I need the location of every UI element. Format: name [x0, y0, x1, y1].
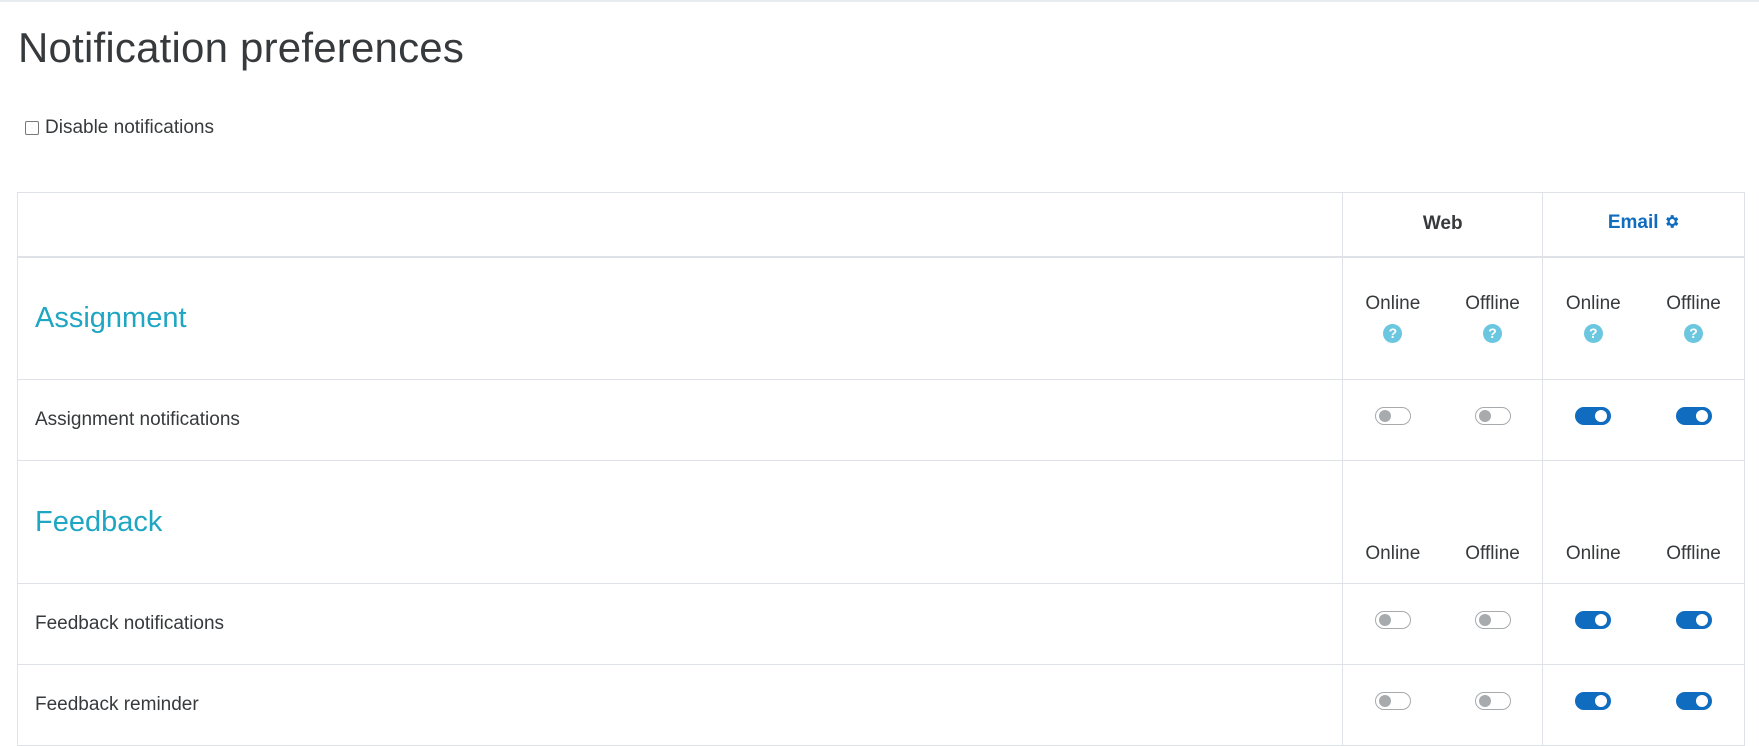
notification-preferences-table: Web Email Assignment Online ? Offline ? … — [17, 192, 1746, 746]
state-header-web-online: Online — [1341, 460, 1443, 584]
state-header-email-offline: Offline — [1643, 460, 1746, 584]
section-title-assignment: Assignment — [17, 256, 1343, 380]
cell-web-online — [1341, 583, 1443, 665]
state-label: Online — [1365, 543, 1421, 564]
state-header-email-online: Online ? — [1542, 256, 1644, 380]
toggle-knob — [1595, 409, 1608, 422]
toggle-knob — [1478, 694, 1491, 707]
help-icon[interactable]: ? — [1483, 323, 1503, 343]
toggle-knob — [1478, 613, 1491, 626]
toggle-switch[interactable] — [1474, 610, 1511, 629]
help-icon[interactable]: ? — [1583, 323, 1603, 343]
toggle-knob — [1695, 409, 1708, 422]
preference-row: Feedback reminder — [17, 664, 1746, 746]
toggle-switch[interactable] — [1474, 691, 1511, 710]
toggle-knob — [1478, 409, 1491, 422]
help-icon[interactable]: ? — [1383, 323, 1403, 343]
cell-email-offline — [1643, 583, 1746, 665]
header-empty-cell — [17, 192, 1343, 258]
toggle-knob — [1378, 409, 1391, 422]
preference-label: Feedback notifications — [17, 583, 1343, 665]
page-title: Notification preferences — [18, 24, 465, 71]
cell-web-online — [1341, 664, 1443, 746]
state-label: Online — [1565, 292, 1621, 314]
section-title-feedback: Feedback — [17, 460, 1343, 584]
state-header-web-offline: Offline — [1442, 460, 1544, 584]
disable-notifications-checkbox[interactable] — [25, 121, 39, 135]
preference-row: Assignment notifications — [17, 379, 1746, 461]
cell-email-online — [1542, 664, 1644, 746]
header-web: Web — [1341, 192, 1544, 258]
toggle-switch[interactable] — [1374, 691, 1411, 710]
cell-web-offline — [1442, 379, 1544, 461]
disable-notifications-label: Disable notifications — [45, 117, 214, 138]
toggle-knob — [1595, 613, 1608, 626]
toggle-switch[interactable] — [1374, 406, 1411, 425]
section-row-feedback: Feedback Online Offline Online Offline — [17, 460, 1746, 584]
header-web-label: Web — [1422, 213, 1463, 235]
cell-web-offline — [1442, 664, 1544, 746]
cell-web-offline — [1442, 583, 1544, 665]
preference-row: Feedback notifications — [17, 583, 1746, 665]
preference-label: Feedback reminder — [17, 664, 1343, 746]
cell-email-offline — [1643, 379, 1746, 461]
cell-email-offline — [1643, 664, 1746, 746]
state-header-email-online: Online — [1542, 460, 1644, 584]
header-email[interactable]: Email — [1542, 192, 1745, 258]
toggle-switch[interactable] — [1575, 691, 1612, 710]
cell-email-online — [1542, 583, 1644, 665]
help-icon[interactable]: ? — [1684, 323, 1704, 343]
toggle-switch[interactable] — [1474, 406, 1511, 425]
state-label: Offline — [1666, 292, 1721, 314]
table-header-row: Web Email — [17, 192, 1745, 258]
cell-email-online — [1542, 379, 1644, 461]
preference-label: Assignment notifications — [17, 379, 1343, 461]
state-header-web-offline: Offline ? — [1442, 256, 1544, 380]
gear-icon[interactable] — [1663, 213, 1680, 236]
toggle-knob — [1695, 694, 1708, 707]
toggle-switch[interactable] — [1675, 610, 1712, 629]
toggle-switch[interactable] — [1675, 406, 1712, 425]
state-label: Offline — [1465, 292, 1520, 314]
disable-notifications-row[interactable]: Disable notifications — [25, 117, 214, 139]
toggle-knob — [1695, 613, 1708, 626]
toggle-knob — [1378, 694, 1391, 707]
header-email-label[interactable]: Email — [1608, 212, 1659, 233]
state-label: Online — [1365, 292, 1421, 314]
toggle-knob — [1595, 694, 1608, 707]
top-border — [0, 0, 1759, 2]
state-label: Offline — [1465, 543, 1520, 564]
state-header-email-offline: Offline ? — [1643, 256, 1746, 380]
toggle-knob — [1378, 613, 1391, 626]
cell-web-online — [1341, 379, 1443, 461]
section-row-assignment: Assignment Online ? Offline ? Online ? O… — [17, 256, 1746, 380]
state-label: Offline — [1666, 543, 1721, 564]
toggle-switch[interactable] — [1675, 691, 1712, 710]
toggle-switch[interactable] — [1575, 610, 1612, 629]
toggle-switch[interactable] — [1575, 406, 1612, 425]
toggle-switch[interactable] — [1374, 610, 1411, 629]
state-header-web-online: Online ? — [1341, 256, 1443, 380]
state-label: Online — [1565, 543, 1621, 564]
